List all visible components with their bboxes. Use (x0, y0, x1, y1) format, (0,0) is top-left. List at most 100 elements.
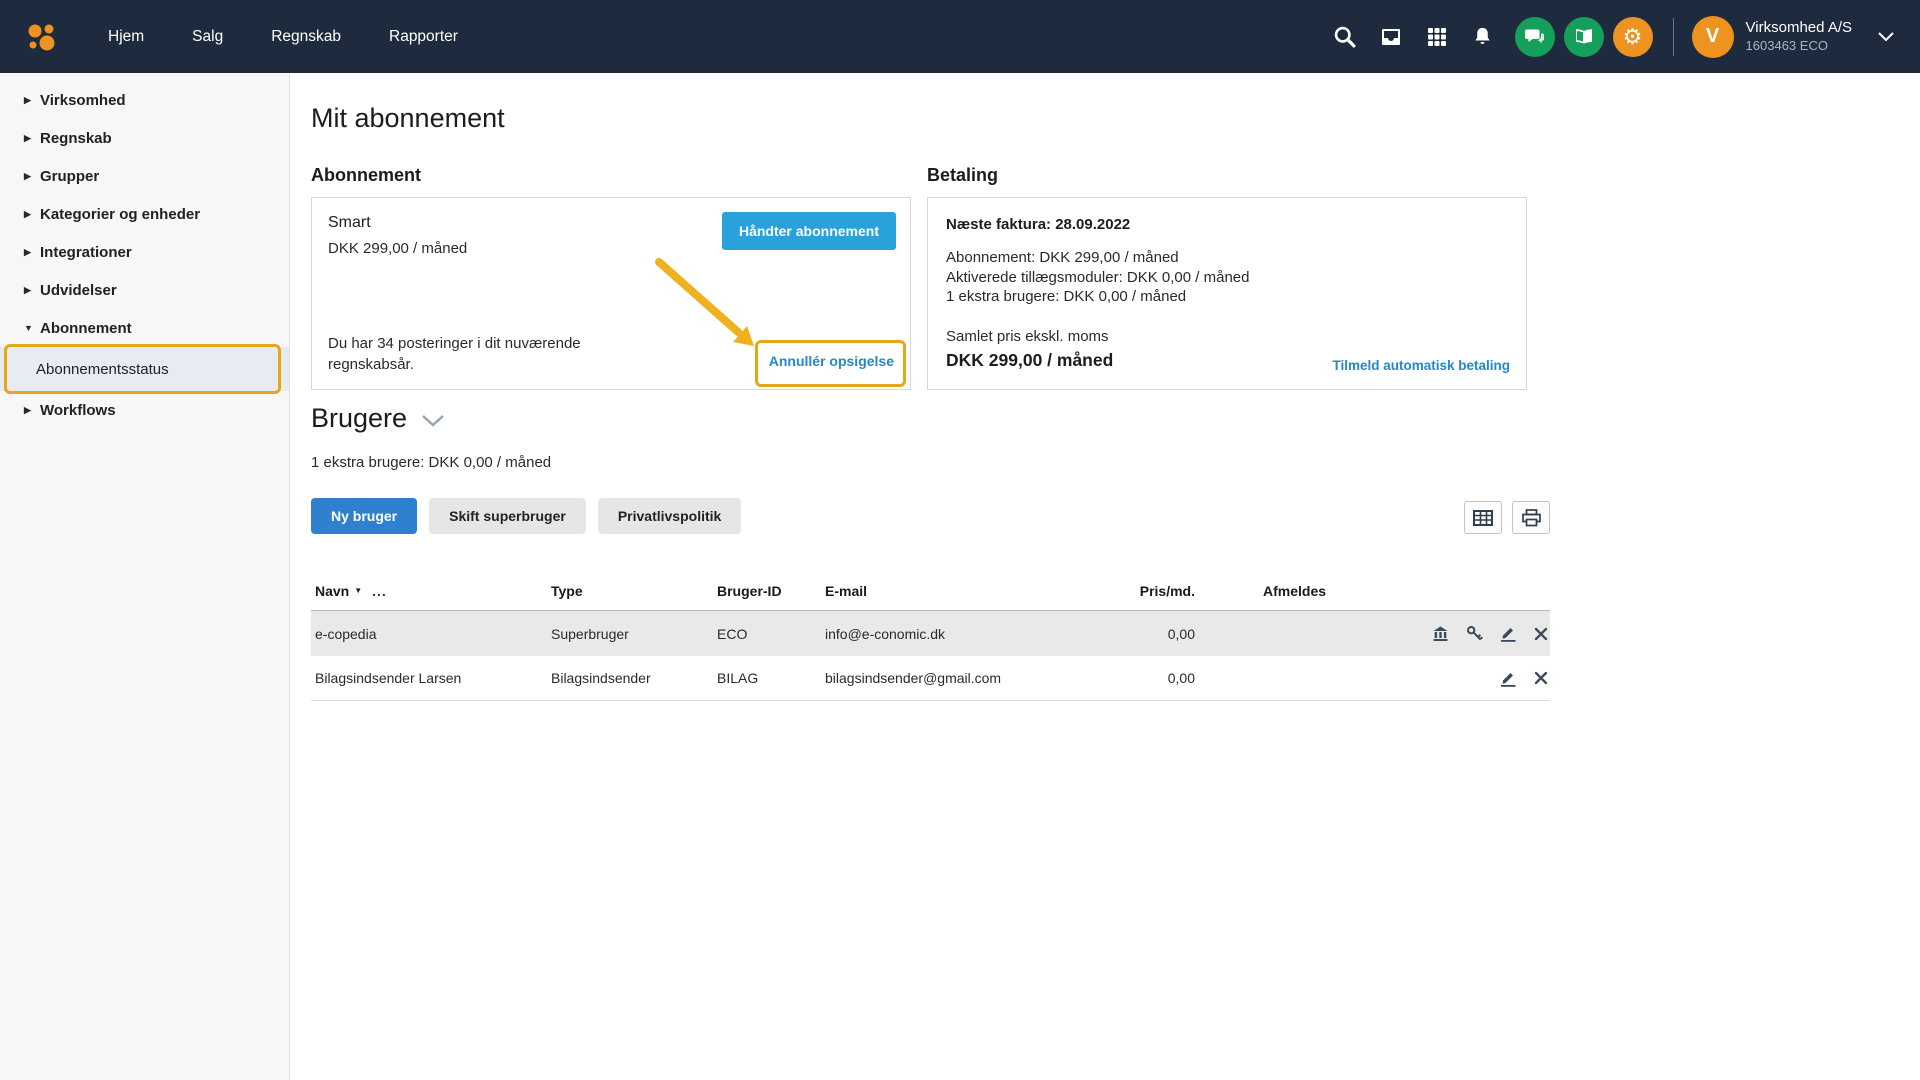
help-book-icon[interactable] (1563, 16, 1604, 57)
sidebar-item-label: Abonnementsstatus (36, 360, 169, 378)
delete-icon[interactable] (1534, 627, 1548, 641)
sort-caret-icon[interactable]: ▼ (354, 586, 362, 595)
sidebar-item-abonnement[interactable]: ▼ Abonnement (0, 309, 289, 347)
autopay-signup-link[interactable]: Tilmeld automatisk betaling (1332, 358, 1510, 373)
row-actions (1395, 670, 1550, 687)
sidebar-item-integrationer[interactable]: ▶ Integrationer (0, 233, 289, 271)
cell-type: Superbruger (551, 625, 629, 642)
page: Hjem Salg Regnskab Rapporter ⚙ V Virksom… (0, 0, 1920, 1080)
sidebar: ▶ Virksomhed ▶ Regnskab ▶ Grupper ▶ Kate… (0, 73, 290, 1080)
table-view-icon[interactable] (1464, 501, 1502, 534)
company-id: 1603463 ECO (1745, 37, 1828, 53)
cell-name: Bilagsindsender Larsen (315, 670, 462, 686)
company-name: Virksomhed A/S (1745, 19, 1852, 37)
caret-right-icon: ▶ (24, 246, 31, 257)
cell-email: bilagsindsender@gmail.com (825, 670, 1002, 686)
users-heading: Brugere (311, 403, 408, 433)
column-header-unsubscribe: Afmeldes (1263, 582, 1327, 599)
payment-line-modules: Aktiverede tillægsmoduler: DKK 0,00 / må… (946, 268, 1250, 286)
nav-item-salg[interactable]: Salg (168, 0, 247, 73)
column-header-email: E-mail (825, 582, 868, 599)
column-header-price: Pris/md. (1139, 582, 1195, 599)
row-actions (1395, 625, 1550, 642)
nav-item-regnskab[interactable]: Regnskab (247, 0, 365, 73)
change-superuser-button[interactable]: Skift superbruger (429, 498, 586, 534)
chat-icon[interactable] (1514, 16, 1555, 57)
total-price-label: Samlet pris ekskl. moms (946, 327, 1109, 345)
caret-down-icon: ▼ (24, 323, 33, 333)
caret-right-icon: ▶ (24, 208, 31, 219)
building-icon[interactable] (1432, 626, 1449, 642)
table-row[interactable]: e-copedia Superbruger ECO info@e-conomic… (311, 611, 1550, 656)
nav-item-hjem[interactable]: Hjem (84, 0, 168, 73)
settings-gear-icon[interactable]: ⚙ (1612, 16, 1653, 57)
cell-name: e-copedia (315, 625, 377, 642)
caret-right-icon: ▶ (24, 404, 31, 415)
cancel-cancellation-link[interactable]: Annullér opsigelse (769, 353, 894, 369)
sidebar-item-label: Abonnement (40, 319, 132, 337)
column-header-name[interactable]: Navn (315, 583, 349, 599)
page-title: Mit abonnement (311, 103, 505, 133)
users-heading-row: Brugere (311, 403, 445, 434)
main-content: Mit abonnement Abonnement Betaling Smart… (290, 73, 1920, 1080)
users-collapse-chevron-icon[interactable] (421, 414, 445, 432)
print-icon[interactable] (1512, 501, 1550, 534)
postings-note: Du har 34 posteringer i dit nuværende re… (328, 335, 581, 373)
new-user-button[interactable]: Ny bruger (311, 498, 418, 534)
cell-price: 0,00 (1167, 670, 1195, 686)
table-toolbar (1464, 501, 1550, 534)
gear-glyph: ⚙ (1622, 23, 1643, 49)
privacy-policy-button[interactable]: Privatlivspolitik (597, 498, 742, 534)
sidebar-item-label: Integrationer (40, 243, 132, 261)
column-header-user-id: Bruger-ID (717, 582, 782, 599)
payment-line-subscription: Abonnement: DKK 299,00 / måned (946, 249, 1179, 266)
nav-item-rapporter[interactable]: Rapporter (365, 0, 482, 73)
sidebar-item-workflows[interactable]: ▶ Workflows (0, 391, 289, 429)
topbar-divider (1672, 17, 1674, 56)
cell-user-id: BILAG (717, 670, 759, 686)
payment-lines: Abonnement: DKK 299,00 / måned Aktivered… (946, 248, 1508, 307)
topbar-right: ⚙ V Virksomhed A/S 1603463 ECO (1322, 14, 1894, 60)
manage-subscription-button[interactable]: Håndter abonnement (721, 212, 896, 250)
sidebar-item-label: Kategorier og enheder (40, 205, 201, 223)
key-icon[interactable] (1466, 625, 1483, 642)
payment-section-heading: Betaling (927, 165, 999, 185)
caret-right-icon: ▶ (24, 94, 31, 105)
users-subtitle: 1 ekstra brugere: DKK 0,00 / måned (311, 454, 552, 471)
table-row[interactable]: Bilagsindsender Larsen Bilagsindsender B… (311, 656, 1550, 701)
inbox-icon[interactable] (1368, 14, 1414, 60)
cancel-link-wrap: Annullér opsigelse (754, 340, 906, 387)
sidebar-item-label: Regnskab (40, 129, 112, 147)
users-table: Navn ▼ ... Type Bruger-ID E-mail Pris/md… (311, 571, 1550, 701)
chevron-down-icon[interactable] (1878, 32, 1894, 41)
column-overflow-menu[interactable]: ... (372, 583, 387, 599)
cell-user-id: ECO (717, 625, 748, 642)
cell-type: Bilagsindsender (551, 670, 651, 686)
edit-icon[interactable] (1500, 670, 1517, 687)
notifications-bell-icon[interactable] (1460, 14, 1506, 60)
caret-right-icon: ▶ (24, 284, 31, 295)
payment-card: Næste faktura: 28.09.2022 Abonnement: DK… (927, 197, 1527, 390)
column-header-type: Type (551, 582, 583, 599)
sidebar-item-udvidelser[interactable]: ▶ Udvidelser (0, 271, 289, 309)
company-avatar[interactable]: V (1691, 15, 1734, 58)
edit-icon[interactable] (1500, 625, 1517, 642)
sidebar-item-label: Udvidelser (40, 281, 117, 299)
company-info: Virksomhed A/S 1603463 ECO (1746, 18, 1852, 54)
app-logo-icon[interactable] (22, 17, 62, 57)
top-navigation: Hjem Salg Regnskab Rapporter (84, 0, 482, 73)
sidebar-item-label: Grupper (40, 167, 100, 185)
sidebar-item-regnskab[interactable]: ▶ Regnskab (0, 119, 289, 157)
next-invoice-date: Næste faktura: 28.09.2022 (946, 216, 1131, 233)
sidebar-item-kategorier-og-enheder[interactable]: ▶ Kategorier og enheder (0, 195, 289, 233)
cell-price: 0,00 (1167, 625, 1195, 642)
sidebar-item-label: Workflows (40, 401, 116, 419)
sidebar-item-abonnementsstatus[interactable]: Abonnementsstatus (0, 344, 289, 394)
payment-line-extra-users: 1 ekstra brugere: DKK 0,00 / måned (946, 288, 1187, 305)
sidebar-item-label: Virksomhed (40, 91, 126, 109)
apps-grid-icon[interactable] (1414, 14, 1460, 60)
sidebar-item-virksomhed[interactable]: ▶ Virksomhed (0, 81, 289, 119)
sidebar-item-grupper[interactable]: ▶ Grupper (0, 157, 289, 195)
search-icon[interactable] (1322, 14, 1368, 60)
delete-icon[interactable] (1534, 671, 1548, 685)
